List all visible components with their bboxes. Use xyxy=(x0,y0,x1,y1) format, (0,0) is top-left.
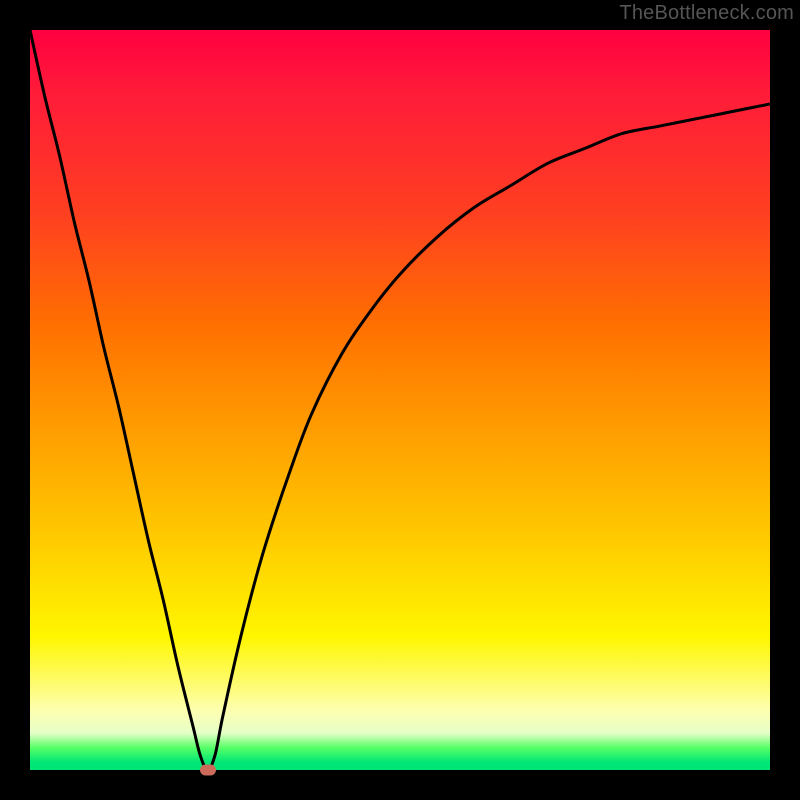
plot-area xyxy=(30,30,770,770)
curve-path xyxy=(30,30,770,770)
bottleneck-curve xyxy=(30,30,770,770)
attribution-text: TheBottleneck.com xyxy=(619,2,794,25)
minimum-marker xyxy=(200,765,216,776)
chart-frame: TheBottleneck.com xyxy=(0,0,800,800)
